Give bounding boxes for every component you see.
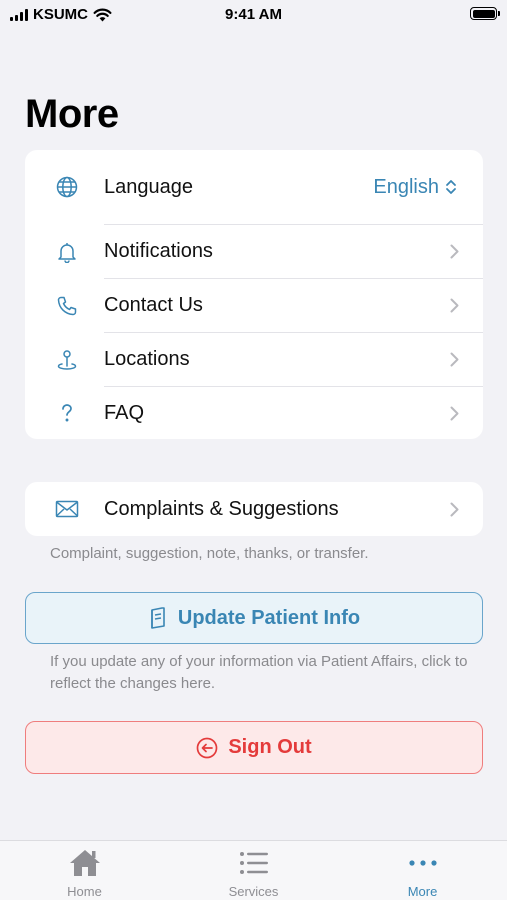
globe-icon	[54, 174, 80, 200]
language-label: Language	[104, 175, 193, 198]
chevron-up-down-icon	[446, 180, 456, 194]
document-icon	[151, 607, 165, 629]
update-patient-info-label: Update Patient Info	[177, 606, 361, 629]
notifications-row[interactable]: Notifications	[25, 225, 483, 278]
battery-icon	[470, 7, 500, 20]
screen: KSUMC 9:41 AM More Language English Noti…	[0, 0, 507, 900]
language-selector[interactable]: English	[373, 176, 457, 199]
complaints-label: Complaints & Suggestions	[104, 497, 339, 520]
tab-more-label: More	[407, 884, 438, 899]
location-pin-icon	[54, 347, 80, 373]
more-dots-icon	[338, 847, 507, 879]
chevron-right-icon	[447, 404, 461, 422]
chevron-right-icon	[447, 500, 461, 518]
tab-bar: Home Services More	[0, 840, 507, 900]
sign-out-label: Sign Out	[228, 736, 312, 758]
list-icon	[169, 847, 338, 879]
contact-us-label: Contact Us	[104, 294, 203, 316]
locations-row[interactable]: Locations	[25, 333, 483, 386]
page-title: More	[25, 92, 119, 136]
language-value: English	[373, 175, 439, 198]
faq-label: FAQ	[104, 401, 145, 424]
tab-home-label: Home	[67, 884, 102, 899]
notifications-label: Notifications	[104, 240, 213, 262]
chevron-right-icon	[447, 243, 461, 261]
language-row[interactable]: Language English	[25, 150, 483, 224]
chevron-right-icon	[447, 351, 461, 369]
phone-icon	[54, 293, 80, 319]
chevron-right-icon	[447, 297, 461, 315]
status-time: 9:41 AM	[225, 6, 282, 23]
sign-out-button[interactable]: Sign Out	[25, 721, 483, 774]
complaints-card: Complaints & Suggestions	[25, 482, 483, 536]
envelope-icon	[54, 496, 80, 522]
contact-us-row[interactable]: Contact Us	[25, 279, 483, 332]
bell-icon	[54, 239, 80, 265]
tab-home[interactable]: Home	[0, 841, 169, 900]
complaints-note: Complaint, suggestion, note, thanks, or …	[50, 545, 369, 562]
tab-services[interactable]: Services	[169, 841, 338, 900]
tab-services-label: Services	[228, 884, 279, 899]
home-icon	[0, 847, 169, 879]
update-patient-info-button[interactable]: Update Patient Info	[25, 592, 483, 644]
complaints-row[interactable]: Complaints & Suggestions	[25, 482, 483, 536]
faq-row[interactable]: FAQ	[25, 387, 483, 439]
status-bar: KSUMC 9:41 AM	[0, 0, 507, 30]
locations-label: Locations	[104, 348, 190, 370]
question-mark-icon	[54, 400, 80, 426]
settings-card: Language English Notifications Contact U…	[25, 150, 483, 439]
sign-out-icon	[196, 737, 218, 758]
tab-more[interactable]: More	[338, 841, 507, 900]
update-info-note: If you update any of your information vi…	[50, 653, 468, 692]
